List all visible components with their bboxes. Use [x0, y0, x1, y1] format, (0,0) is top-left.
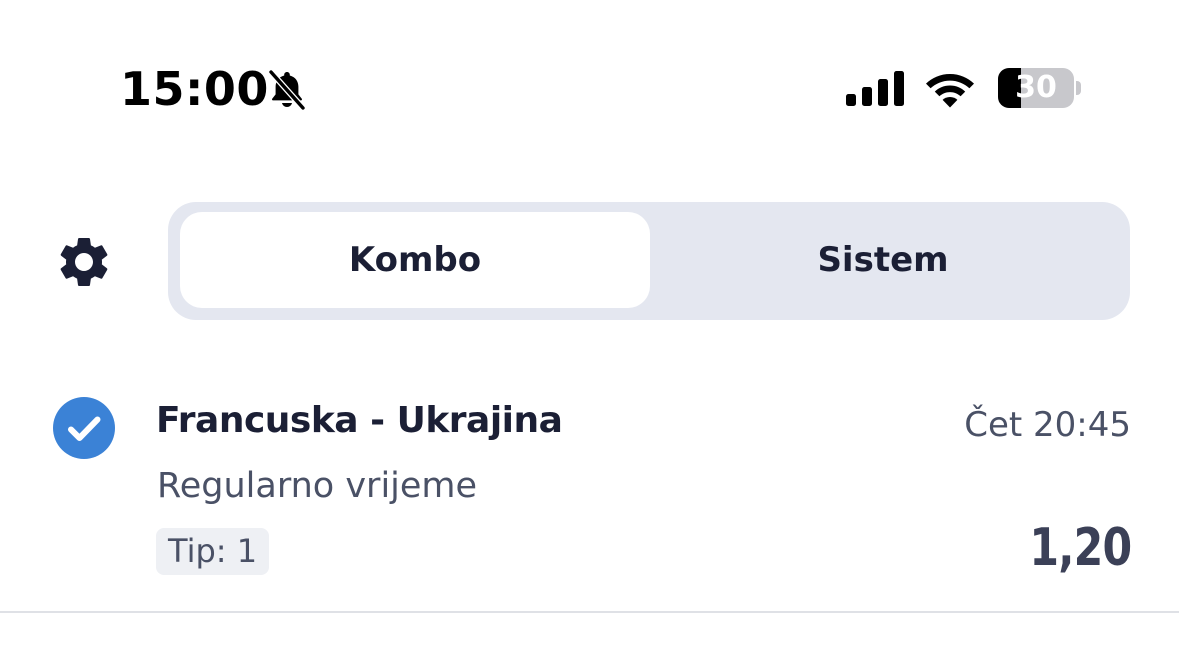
tab-kombo[interactable]: Kombo [180, 212, 650, 308]
battery-icon: 30 [998, 68, 1084, 108]
wifi-icon [926, 74, 974, 108]
check-circle-icon[interactable] [52, 396, 116, 460]
market-name: Regularno vrijeme [157, 466, 478, 506]
gear-icon[interactable] [54, 232, 114, 292]
divider [0, 611, 1179, 613]
cellular-signal-icon [846, 71, 904, 106]
battery-cap [1076, 81, 1081, 95]
bell-slash-icon [268, 69, 306, 110]
match-title: Francuska - Ukrajina [156, 400, 563, 441]
battery-body: 30 [998, 68, 1074, 108]
tab-sistem[interactable]: Sistem [648, 212, 1118, 308]
bet-type-segmented-control: Kombo Sistem [168, 202, 1130, 320]
match-time: Čet 20:45 [964, 405, 1131, 445]
bet-slip-screen: 15:00 30 Kombo Sistem Francuska - Ukraji… [0, 0, 1179, 659]
tip-badge: Tip: 1 [156, 528, 270, 575]
battery-level: 30 [1015, 70, 1057, 105]
status-time: 15:00 [120, 62, 269, 116]
odds-value: 1,20 [1029, 518, 1132, 578]
